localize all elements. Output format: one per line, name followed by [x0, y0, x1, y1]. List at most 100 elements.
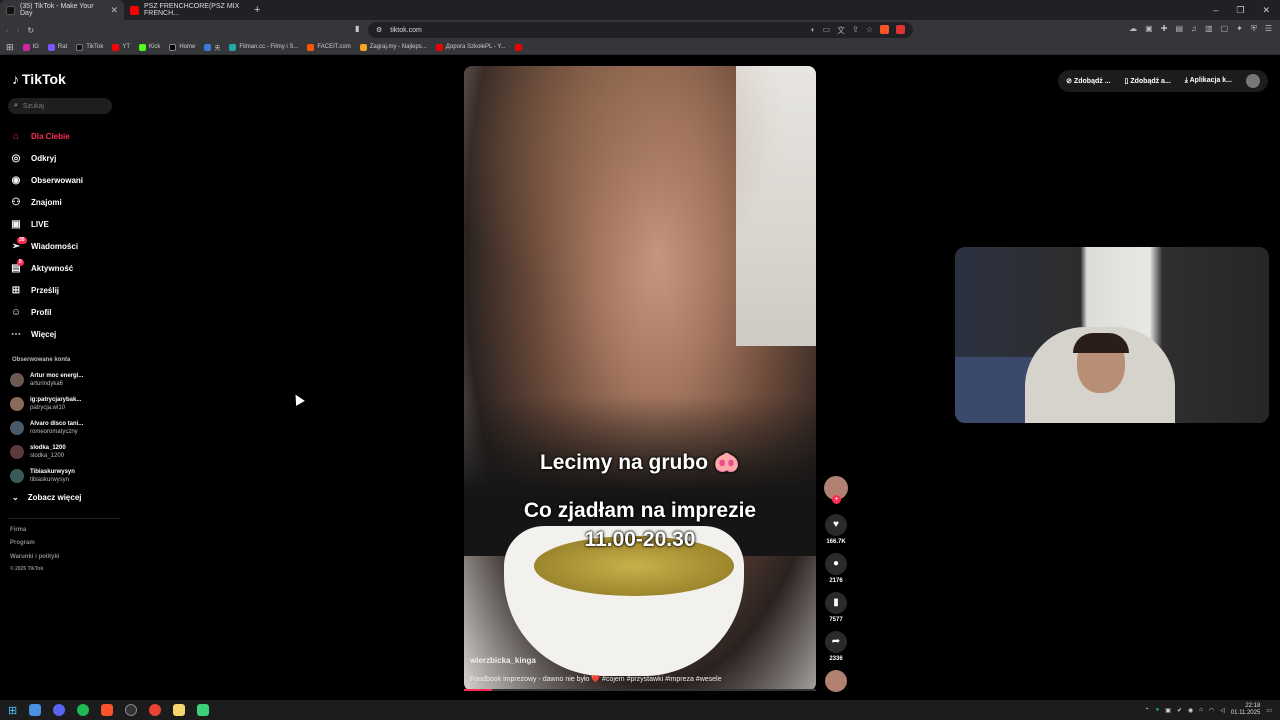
bookmark-icon[interactable]: ▮ — [355, 24, 359, 33]
bookmark-item[interactable]: Zagraj.my - Najleps... — [359, 43, 427, 51]
music-icon[interactable]: ♫ — [1191, 24, 1197, 34]
network-icon[interactable]: ⌂ — [1199, 707, 1203, 713]
sidebar-item-for-you[interactable]: ⌂ Dla Ciebie — [10, 125, 120, 147]
share-button[interactable]: ➦ 2336 — [822, 631, 850, 662]
cast-icon[interactable]: ▭ — [823, 25, 831, 36]
sidebar-item-more[interactable]: ⋯ Więcej — [10, 323, 120, 345]
tray-icon[interactable]: ▣ — [1165, 707, 1171, 714]
video-progress-bar[interactable] — [464, 689, 816, 691]
bookmark-item[interactable]: YT — [112, 43, 130, 51]
bookmark-item[interactable]: TikTok — [76, 43, 103, 51]
notification-icon[interactable]: ▭ — [1266, 707, 1272, 714]
footer-link-terms[interactable]: Warunki i polityki — [10, 554, 59, 560]
comment-button[interactable]: ● 2176 — [822, 553, 850, 584]
app-icon[interactable] — [29, 704, 42, 716]
followed-account[interactable]: Alvaro disco tani... romeoromatyczny — [10, 417, 120, 439]
search-input[interactable]: ⌕ Szukaj — [8, 98, 112, 114]
window-close-icon[interactable]: ✕ — [1262, 5, 1270, 16]
share-icon[interactable]: ⇪ — [852, 25, 859, 36]
spotify-icon[interactable] — [77, 704, 90, 716]
puzzle-icon[interactable]: ✚ — [1161, 24, 1168, 34]
translate-icon[interactable]: 文 — [837, 25, 845, 36]
bookmark-item[interactable]: Rat — [47, 43, 67, 51]
followed-account[interactable]: slodka_1200 slodka_1200 — [10, 441, 120, 463]
vpn-icon[interactable]: ⛨ — [1251, 24, 1257, 34]
leo-icon[interactable]: ✦ — [1236, 24, 1243, 34]
sidebar-item-activity[interactable]: ▤ Aktywność 5 — [10, 257, 120, 279]
footer-link-company[interactable]: Firma — [10, 527, 26, 533]
app-icon[interactable] — [197, 704, 210, 716]
obs-icon[interactable] — [125, 704, 138, 716]
desktop-app-button[interactable]: ⤓ Aplikacja k... — [1185, 77, 1232, 85]
sidebar-item-following[interactable]: ◉ Obserwowani — [10, 169, 120, 191]
tray-icon[interactable]: ◉ — [1188, 707, 1193, 714]
follow-plus-icon[interactable]: + — [832, 495, 841, 504]
video-player[interactable]: Lecimy na grubo 🐽 Co zjadłam na imprezie… — [464, 66, 816, 691]
brave-icon[interactable] — [101, 704, 114, 716]
back-arrow-icon[interactable]: ‹ — [6, 26, 9, 35]
sidebar-item-messages[interactable]: ➢ Wiadomości 35 — [10, 235, 120, 257]
chrome-icon[interactable] — [149, 704, 162, 716]
reload-icon[interactable]: ↻ — [27, 26, 34, 35]
extension-icon[interactable]: ▤ — [1175, 24, 1183, 34]
volume-icon[interactable]: ◁ — [1220, 707, 1225, 714]
sidebar-item-friends[interactable]: ⚇ Znajomi — [10, 191, 120, 213]
restore-icon[interactable]: ❐ — [1236, 5, 1244, 16]
url-bar[interactable]: ⚙ tiktok.com ◐ ▭ 文 ⇪ ☆ — [368, 22, 913, 38]
sidebar-item-live[interactable]: ▣ LIVE — [10, 213, 120, 235]
followed-account[interactable]: Tibiaskurwysyn tibiaskurwysyn — [10, 465, 120, 487]
chevron-down-icon: ⌄ — [12, 493, 19, 502]
sidebar-item-profile[interactable]: ☺ Profil — [10, 301, 120, 323]
extension-icon[interactable]: ▣ — [1145, 24, 1153, 34]
bookmark-item[interactable]: IG — [22, 43, 39, 51]
get-coins-button[interactable]: ⊘ Zdobądź ... — [1066, 77, 1110, 85]
followed-account[interactable]: Artur moc energi... arturindyka6 — [10, 369, 120, 391]
bookmark-item[interactable]: FACEIT.com — [307, 43, 351, 51]
followed-account[interactable]: ig:patrycjarybak... patrycja.wl10 — [10, 393, 120, 415]
brave-shield-icon[interactable] — [880, 24, 889, 34]
minimize-icon[interactable]: – — [1213, 5, 1218, 16]
creator-avatar[interactable]: + — [824, 476, 848, 504]
user-avatar[interactable] — [1246, 74, 1260, 88]
extension-icon[interactable]: ☁ — [1129, 24, 1137, 34]
wifi-icon[interactable]: ◠ — [1209, 707, 1214, 714]
bookmark-item[interactable]: Дорога SzkołePL - Y... — [435, 43, 506, 51]
bookmark-item[interactable]: 天 — [204, 43, 220, 52]
clock[interactable]: 22:18 01.11.2025 — [1231, 703, 1261, 717]
app-icon[interactable] — [173, 704, 186, 716]
get-app-button[interactable]: ▯ Zdobądź a... — [1125, 77, 1171, 85]
tab-tiktok[interactable]: (35) TikTok - Make Your Day ✕ — [0, 0, 124, 20]
forward-arrow-icon[interactable]: › — [17, 26, 20, 35]
bookmark-item[interactable] — [514, 43, 522, 51]
youtube-favicon-icon — [130, 5, 139, 15]
windows-start-icon[interactable]: ⊞ — [8, 704, 17, 717]
new-tab-plus-icon[interactable]: + — [254, 4, 260, 16]
chevron-up-icon[interactable]: ⌃ — [1145, 707, 1150, 714]
bookmark-item[interactable]: Kick — [139, 43, 160, 51]
sidebar-toggle-icon[interactable]: ▥ — [1205, 24, 1213, 34]
tab-youtube[interactable]: PSZ FRENCHCORE(PSZ MIX FRENCH... — [124, 0, 248, 20]
wallet-icon[interactable]: ▢ — [1221, 24, 1229, 34]
tiktok-logo[interactable]: ♪ TikTok — [12, 71, 66, 87]
video-caption-line: 11.00-20.30 — [584, 528, 696, 551]
video-author[interactable]: wierzbicka_kinga — [470, 656, 536, 665]
bookmark-item[interactable]: Home — [169, 43, 195, 51]
menu-icon[interactable]: ☰ — [1265, 24, 1272, 34]
brave-rewards-icon[interactable] — [896, 24, 905, 34]
sidebar-item-upload[interactable]: ⊞ Prześlij — [10, 279, 120, 301]
like-button[interactable]: ♥ 166.7K — [822, 514, 850, 545]
apps-grid-icon[interactable]: ⊞ — [6, 42, 14, 53]
see-more-button[interactable]: ⌄ Zobacz więcej — [12, 493, 82, 502]
save-button[interactable]: ▮ 7577 — [822, 592, 850, 623]
tray-icon[interactable]: ✔ — [1177, 707, 1182, 714]
site-settings-icon[interactable]: ⚙ — [376, 26, 382, 34]
tray-icon[interactable]: ● — [1156, 707, 1160, 713]
bookmark-item[interactable]: Filman.cc - Filmy i S... — [229, 43, 298, 51]
footer-link-program[interactable]: Program — [10, 540, 35, 546]
media-icon[interactable]: ◐ — [811, 25, 816, 36]
close-icon[interactable]: ✕ — [110, 5, 118, 16]
star-icon[interactable]: ☆ — [866, 25, 873, 36]
sidebar-item-explore[interactable]: ◎ Odkryj — [10, 147, 120, 169]
discord-icon[interactable] — [53, 704, 66, 716]
sound-disc[interactable] — [822, 670, 850, 692]
